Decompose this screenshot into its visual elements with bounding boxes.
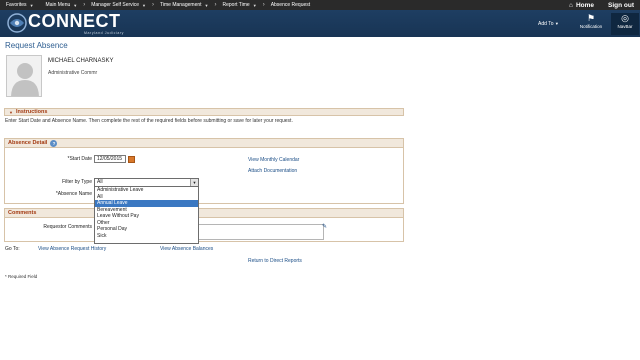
brand-header: CONNECT Maryland Judiciary Add To ▼ ⚑ Not… [0,10,640,37]
add-to-label: Add To [538,21,554,27]
absence-detail-label: Absence Detail [8,140,48,146]
goto-label: Go To: [5,246,20,252]
view-absence-request-history-link[interactable]: View Absence Request History [38,246,106,252]
filter-by-type-label: Filter by Type [62,179,92,185]
collapse-triangle-icon: ▼ [9,109,13,115]
return-to-direct-reports-link[interactable]: Return to Direct Reports [248,258,302,264]
flag-icon: ⚑ [586,13,596,23]
instructions-label: Instructions [15,109,48,115]
chevron-down-icon: ▼ [142,2,147,8]
calendar-icon[interactable] [128,156,135,163]
notification-button[interactable]: ⚑ Notification [577,13,605,35]
chevron-down-icon: ▼ [73,2,78,8]
chevron-down-icon: ▼ [29,2,34,8]
employee-title: Administrative Commr [48,70,98,76]
notification-label: Notification [579,24,603,29]
top-nav-bar: Favorites ▼ Main Menu ▼ › Manager Self Ser… [0,0,640,10]
nav-time-management[interactable]: Time Management ▼ [154,2,214,8]
chevron-down-icon: ▼ [204,2,209,8]
brand-subtitle: Maryland Judiciary [84,31,124,35]
nav-favorites[interactable]: Favorites ▼ [0,2,40,8]
nav-report-time[interactable]: Report Time ▼ [216,2,262,8]
compass-icon: ◎ [621,13,629,23]
employee-name: MICHAEL CHARNASKY [48,58,114,64]
comments-header: Comments [5,209,403,218]
view-monthly-calendar-link[interactable]: View Monthly Calendar [248,157,299,163]
home-label: Home [575,1,594,9]
attach-documentation-link[interactable]: Attach Documentation [248,168,297,174]
absence-detail-header: Absence Detail? [5,139,403,148]
nav-time-management-label: Time Management [160,2,202,8]
start-date-input[interactable]: 12/05/2015 [94,155,126,163]
person-silhouette-icon [11,63,39,96]
start-date-label: *Start Date [67,156,92,162]
nav-favorites-label: Favorites [6,2,27,8]
nav-absence-request-label: Absence Request [270,2,311,8]
dropdown-option[interactable]: Sick [95,233,198,240]
nav-manager-self-service[interactable]: Manager Self Service ▼ [85,2,152,8]
instructions-header[interactable]: ▼ Instructions [4,108,404,116]
avatar [6,55,42,97]
nav-main-menu[interactable]: Main Menu ▼ [40,2,84,8]
navbar-button[interactable]: ◎ NavBar [611,13,639,35]
navbar-label: NavBar [617,24,633,29]
required-field-note: * Required Field [5,274,38,279]
chevron-down-icon: ▼ [252,2,257,8]
view-absence-balances-link[interactable]: View Absence Balances [160,246,213,252]
brand-wordmark: CONNECT [28,11,121,31]
add-to-menu[interactable]: Add To ▼ [538,21,559,27]
nav-report-time-label: Report Time [222,2,250,8]
help-icon[interactable]: ? [50,139,58,147]
filter-type-dropdown-list: Administrative Leave All Annual Leave Be… [94,186,199,244]
instructions-text: Enter Start Date and Absence Name. Then … [5,118,293,124]
nav-main-menu-label: Main Menu [45,2,71,8]
absence-name-label: *Absence Name [55,191,92,197]
nav-manager-self-service-label: Manager Self Service [91,2,140,8]
chevron-down-icon: ▼ [190,179,198,186]
connect-logo-icon [7,13,27,33]
requestor-comments-label: Requestor Comments [43,224,92,230]
page-title: Request Absence [5,41,68,50]
home-icon: ⌂ [569,1,573,9]
filter-by-type-value: All [97,179,103,185]
spell-check-icon[interactable]: ✎ [322,223,327,230]
nav-absence-request[interactable]: Absence Request [265,2,316,8]
home-link[interactable]: ⌂ Home [569,2,608,9]
chevron-down-icon: ▼ [554,21,559,26]
sign-out-link[interactable]: Sign out [608,2,640,9]
